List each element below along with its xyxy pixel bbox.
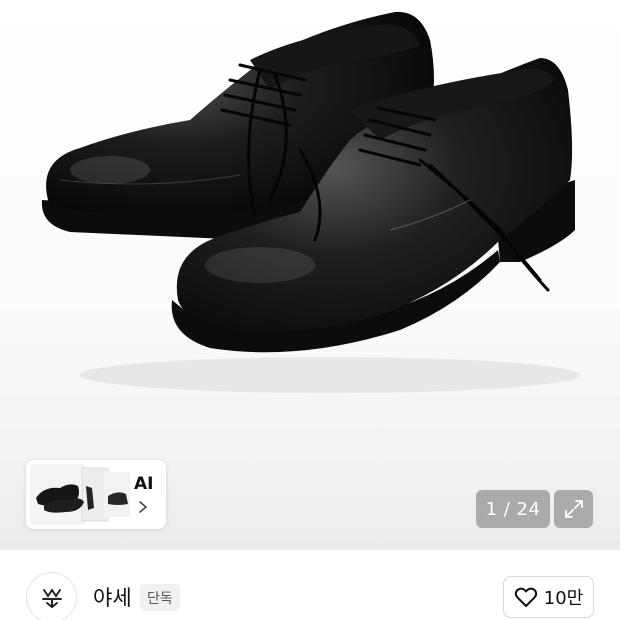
brand-logo[interactable] bbox=[26, 572, 77, 620]
ai-label: AI bbox=[134, 474, 154, 494]
heart-outline-icon bbox=[514, 587, 537, 607]
like-button[interactable]: 10만 bbox=[503, 576, 594, 618]
brand-name[interactable]: 야세 bbox=[93, 582, 132, 612]
chevron-right-icon bbox=[139, 501, 147, 513]
ai-similar-card[interactable]: AI bbox=[26, 460, 166, 529]
image-page-counter: 1 / 24 bbox=[476, 490, 550, 528]
brand-logo-icon bbox=[41, 588, 62, 608]
expand-image-button[interactable] bbox=[554, 490, 593, 528]
brand-bar: 야세 단독 10만 bbox=[0, 550, 620, 620]
expand-arrows-icon bbox=[564, 500, 583, 518]
like-count: 10만 bbox=[543, 588, 584, 609]
exclusive-badge: 단독 bbox=[140, 584, 180, 611]
product-image[interactable]: AI 1 / 24 bbox=[0, 0, 620, 550]
ai-thumbnails bbox=[30, 464, 130, 525]
